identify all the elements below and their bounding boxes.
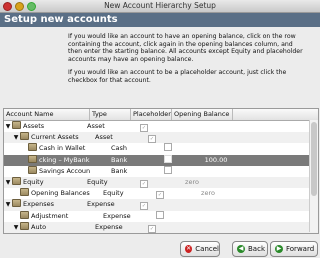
- back-button[interactable]: ◀ Back: [232, 241, 268, 257]
- tree-row-auto[interactable]: ▼ Auto Expense ✓: [4, 221, 318, 233]
- account-name: Savings Accoun: [39, 166, 91, 175]
- tree-row-equity[interactable]: ▼ Equity Equity ✓ zero: [4, 176, 318, 189]
- forward-arrow-icon: ▶: [275, 245, 283, 253]
- vertical-scrollbar[interactable]: [309, 120, 318, 232]
- back-arrow-icon: ◀: [237, 245, 245, 253]
- placeholder-checkbox[interactable]: [164, 165, 172, 174]
- back-label: Back: [248, 245, 265, 253]
- account-type: Expense: [87, 200, 115, 209]
- placeholder-checkbox[interactable]: ✓: [148, 135, 156, 144]
- tree-row-expenses[interactable]: ▼ Expenses Expense ✓: [4, 199, 318, 211]
- page-title: Setup new accounts: [4, 14, 118, 25]
- account-type: Cash: [111, 144, 128, 153]
- account-icon: [28, 154, 37, 163]
- window-title: New Account Hierarchy Setup: [104, 1, 216, 10]
- account-type: Equity: [87, 177, 108, 186]
- account-icon: [20, 221, 29, 230]
- opening-balance[interactable]: [163, 199, 221, 210]
- account-tree: Account Name Type Placeholder Opening Ba…: [3, 108, 319, 234]
- account-icon: [20, 188, 29, 197]
- opening-balance[interactable]: [163, 121, 221, 132]
- forward-label: Forward: [286, 245, 315, 253]
- forward-button[interactable]: ▶ Forward: [270, 241, 318, 257]
- expander-triangle-icon[interactable]: ▼: [12, 222, 20, 233]
- account-name: Opening Balances: [31, 189, 90, 198]
- placeholder-checkbox[interactable]: ✓: [140, 202, 148, 211]
- placeholder-checkbox[interactable]: ✓: [148, 224, 156, 233]
- account-type: Asset: [87, 122, 105, 130]
- cancel-icon: ✕: [185, 245, 193, 253]
- account-name: Assets: [23, 122, 45, 130]
- account-name: Equity: [23, 177, 44, 186]
- placeholder-checkbox[interactable]: [156, 210, 164, 219]
- column-opening-balance[interactable]: Opening Balance: [172, 109, 233, 120]
- account-icon: [12, 176, 21, 185]
- account-type: Equity: [103, 189, 124, 198]
- opening-balance[interactable]: zero: [163, 177, 221, 188]
- account-icon: [12, 199, 21, 208]
- expander-triangle-icon[interactable]: ▼: [4, 199, 12, 210]
- tree-row-savings-account[interactable]: Savings Accoun Bank: [4, 165, 318, 177]
- opening-balance[interactable]: [171, 132, 229, 143]
- instructions: If you would like an account to have an …: [68, 33, 308, 91]
- column-account-name[interactable]: Account Name: [4, 109, 90, 120]
- tree-header: Account Name Type Placeholder Opening Ba…: [4, 109, 318, 121]
- account-type: Bank: [111, 166, 128, 175]
- placeholder-checkbox[interactable]: ✓: [156, 191, 164, 200]
- account-icon: [20, 132, 29, 141]
- column-type[interactable]: Type: [90, 109, 131, 120]
- opening-balance[interactable]: zero: [179, 188, 237, 199]
- page-header: Setup new accounts: [0, 13, 320, 27]
- account-name: Current Assets: [31, 133, 79, 142]
- account-name: Adjustment: [31, 211, 69, 220]
- tree-row-opening-balances[interactable]: Opening Balances Equity ✓ zero: [4, 188, 318, 200]
- placeholder-checkbox[interactable]: [164, 154, 172, 163]
- opening-balance[interactable]: [179, 211, 237, 222]
- tree-row-assets[interactable]: ▼ Assets Asset ✓: [4, 121, 318, 132]
- tree-row-adjustment[interactable]: Adjustment Expense: [4, 210, 318, 222]
- tree-row-current-assets[interactable]: ▼ Current Assets Asset ✓: [4, 132, 318, 144]
- cancel-label: Cancel: [195, 245, 219, 253]
- column-placeholder[interactable]: Placeholder: [131, 109, 172, 120]
- account-type: Asset: [95, 133, 113, 142]
- instructions-placeholder: If you would like an account to be a pla…: [68, 69, 287, 84]
- expander-triangle-icon[interactable]: ▼: [4, 121, 12, 132]
- scrollbar-thumb[interactable]: [311, 122, 317, 196]
- tree-row-checking-mybank[interactable]: cking – MyBank Bank 100.00: [4, 154, 318, 166]
- expander-triangle-icon[interactable]: ▼: [4, 177, 12, 188]
- placeholder-checkbox[interactable]: [164, 143, 172, 152]
- account-type: Expense: [95, 222, 123, 231]
- account-type: Bank: [111, 155, 128, 164]
- placeholder-checkbox[interactable]: ✓: [140, 179, 148, 188]
- placeholder-checkbox[interactable]: ✓: [140, 124, 148, 132]
- tree-row-cash-in-wallet[interactable]: Cash in Wallet Cash: [4, 143, 318, 154]
- account-icon: [28, 165, 37, 174]
- account-type: Expense: [103, 211, 131, 220]
- account-icon: [28, 143, 37, 152]
- account-name: Cash in Wallet: [39, 144, 86, 153]
- account-name: Expenses: [23, 200, 54, 209]
- opening-balance[interactable]: [171, 222, 229, 233]
- opening-balance[interactable]: 100.00: [187, 155, 245, 166]
- instructions-balance: If you would like an account to have an …: [68, 33, 303, 63]
- opening-balance[interactable]: [187, 166, 245, 177]
- opening-balance[interactable]: [187, 143, 245, 154]
- expander-triangle-icon[interactable]: ▼: [12, 132, 20, 143]
- account-name: Auto: [31, 222, 47, 231]
- account-name: cking – MyBank: [39, 155, 90, 164]
- window-titlebar: New Account Hierarchy Setup: [0, 0, 320, 13]
- cancel-button[interactable]: ✕ Cancel: [180, 241, 220, 257]
- account-icon: [20, 210, 29, 219]
- account-icon: [12, 121, 21, 129]
